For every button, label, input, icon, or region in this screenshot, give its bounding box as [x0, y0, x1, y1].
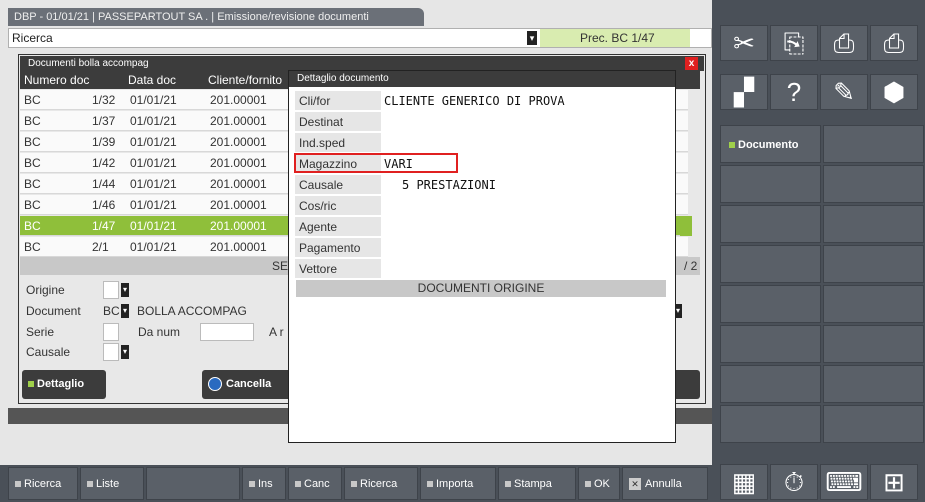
side-button-empty[interactable] [823, 405, 924, 443]
ok-button[interactable]: OK [578, 467, 620, 500]
detail-label-destinat: Destinat [295, 112, 381, 132]
origine-field[interactable] [103, 281, 119, 299]
window-title: DBP - 01/01/21 | PASSEPARTOUT SA . | Emi… [8, 8, 424, 26]
column-header-data: Data doc [128, 73, 177, 87]
origine-label: Origine [26, 283, 65, 297]
side-button-empty[interactable] [720, 285, 821, 323]
cancel-circle-icon [208, 377, 222, 392]
scissors-icon[interactable]: ✂ [720, 25, 768, 61]
side-button-empty[interactable] [720, 365, 821, 403]
side-button-empty[interactable] [823, 365, 924, 403]
da-num-label: Da num [138, 325, 181, 339]
previous-document-indicator: Prec. BC 1/47 [540, 29, 690, 47]
se-label: SE [272, 259, 289, 273]
grid-arrow-icon[interactable]: ▞ [720, 74, 768, 110]
detail-label-vettore: Vettore [295, 259, 381, 279]
side-button-empty[interactable] [720, 405, 821, 443]
documento-button[interactable]: Documento [720, 125, 821, 163]
search-label: Ricerca [12, 31, 53, 45]
document-code[interactable]: BC [103, 304, 120, 318]
ricerca-button[interactable]: Ricerca [8, 467, 78, 500]
serie-label: Serie [26, 325, 55, 339]
causale-filter-label: Causale [26, 345, 71, 359]
column-header-cliente: Cliente/fornito [208, 73, 283, 87]
causale-dropdown-icon[interactable]: ▾ [121, 345, 129, 359]
dialog-title: Documenti bolla accompag [20, 56, 704, 71]
detail-label-agente: Agente [295, 217, 381, 237]
selected-row-extension [680, 216, 692, 236]
a-num-label: A r [269, 325, 284, 339]
dettaglio-button[interactable]: Dettaglio [22, 370, 106, 399]
keypad-icon[interactable]: ⊞ [870, 464, 918, 500]
cancella-button[interactable]: Cancella [202, 370, 292, 399]
calculator-icon[interactable]: ▦ [720, 464, 768, 500]
detail-label-pagamento: Pagamento [295, 238, 381, 258]
stopwatch-icon[interactable]: ⏱ [770, 464, 818, 500]
side-button-empty[interactable] [720, 325, 821, 363]
canc-button[interactable]: Canc [288, 467, 342, 500]
side-button-empty[interactable] [823, 245, 924, 283]
search-dropdown-icon[interactable]: ▾ [527, 31, 537, 45]
side-button-empty[interactable] [720, 205, 821, 243]
side-button-empty[interactable] [823, 325, 924, 363]
empty-button[interactable] [146, 467, 240, 500]
document-dropdown-icon[interactable]: ▾ [121, 304, 129, 318]
detail-value-causale: 5 PRESTAZIONI [402, 178, 496, 192]
detail-label-indsped: Ind.sped [295, 133, 381, 153]
detail-value-clifor: CLIENTE GENERICO DI PROVA [384, 94, 565, 108]
close-icon[interactable]: x [685, 57, 698, 70]
liste-button[interactable]: Liste [80, 467, 144, 500]
printer-icon[interactable]: ⎙ [870, 25, 918, 61]
origine-dropdown-icon[interactable]: ▾ [121, 283, 129, 297]
detail-title: Dettaglio documento [289, 71, 675, 87]
detail-label-cosric: Cos/ric [295, 196, 381, 216]
causale-field[interactable] [103, 343, 119, 361]
serie-field[interactable] [103, 323, 119, 341]
page-indicator: / 2 [684, 259, 698, 273]
ricerca2-button[interactable]: Ricerca [344, 467, 418, 500]
detail-label-causale: Causale [295, 175, 381, 195]
importa-button[interactable]: Importa [420, 467, 496, 500]
side-button-empty[interactable] [720, 165, 821, 203]
side-button-empty[interactable] [823, 125, 924, 163]
document-arrow-icon[interactable]: ⎘ [770, 25, 818, 61]
column-header-numero: Numero doc [24, 73, 90, 87]
side-button-empty[interactable] [823, 205, 924, 243]
cancel-x-icon: ✕ [629, 478, 641, 490]
magazzino-highlight [294, 153, 458, 173]
side-button-empty[interactable] [823, 165, 924, 203]
detail-label-clifor: Cli/for [295, 91, 381, 111]
stampa-button[interactable]: Stampa [498, 467, 576, 500]
documenti-origine-header: DOCUMENTI ORIGINE [296, 280, 666, 297]
da-num-field[interactable] [200, 323, 254, 341]
keyboard-icon[interactable]: ⌨ [820, 464, 868, 500]
printer-alt-icon[interactable]: ⎙ [820, 25, 868, 61]
annulla-button[interactable]: ✕ Annulla [622, 467, 708, 500]
pencil-notepad-icon[interactable]: ✎ [820, 74, 868, 110]
document-label: Document [26, 304, 81, 318]
document-description: BOLLA ACCOMPAG [137, 304, 247, 318]
cube-f-icon[interactable]: ⬢ [870, 74, 918, 110]
question-icon[interactable]: ? [770, 74, 818, 110]
side-button-empty[interactable] [823, 285, 924, 323]
side-button-empty[interactable] [720, 245, 821, 283]
ins-button[interactable]: Ins [242, 467, 286, 500]
